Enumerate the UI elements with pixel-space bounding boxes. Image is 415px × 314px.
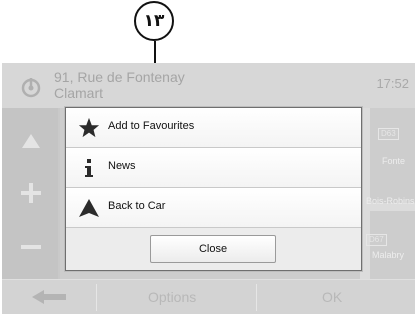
map-label: Malabry	[372, 250, 405, 260]
current-address: 91, Rue de Fontenay Clamart	[54, 69, 185, 101]
options-popup: Add to Favourites News Back to Car Close	[65, 107, 362, 271]
menu-item-add-to-favourites[interactable]: Add to Favourites	[66, 108, 361, 148]
info-icon	[78, 157, 100, 179]
close-button[interactable]: Close	[150, 235, 276, 263]
address-street: 91, Rue de Fontenay	[54, 69, 185, 85]
zoom-out-button[interactable]	[12, 228, 50, 266]
callout-number: ١٣	[134, 1, 174, 41]
popup-footer: Close	[66, 228, 361, 270]
clock: 17:52	[376, 76, 409, 91]
divider	[96, 284, 97, 311]
tilt-up-button[interactable]	[12, 122, 50, 160]
triangle-up-icon	[22, 134, 40, 148]
road-badge: D63	[378, 128, 399, 140]
back-arrow-icon[interactable]	[32, 290, 66, 304]
options-button[interactable]: Options	[148, 289, 196, 305]
map-label: Fonte	[382, 156, 406, 166]
map-controls	[2, 108, 58, 286]
menu-item-back-to-car[interactable]: Back to Car	[66, 188, 361, 228]
menu-item-label: Back to Car	[108, 200, 166, 212]
menu-item-news[interactable]: News	[66, 148, 361, 188]
zoom-in-button[interactable]	[12, 174, 50, 212]
minus-icon	[21, 245, 41, 249]
address-city: Clamart	[54, 85, 104, 101]
position-icon	[21, 78, 41, 98]
menu-item-label: Add to Favourites	[108, 120, 195, 132]
navigation-arrow-icon	[78, 197, 100, 219]
divider	[256, 284, 257, 311]
plus-icon	[21, 183, 41, 203]
bottom-bar: Options OK	[2, 279, 415, 314]
star-icon	[78, 117, 100, 139]
road-badge: D67	[366, 234, 387, 246]
ok-button[interactable]: OK	[322, 289, 342, 305]
map-label: Bois-Robins	[366, 196, 415, 206]
menu-item-label: News	[108, 160, 136, 172]
status-bar: 91, Rue de Fontenay Clamart 17:52	[2, 63, 415, 108]
callout-number-text: ١٣	[143, 11, 165, 31]
